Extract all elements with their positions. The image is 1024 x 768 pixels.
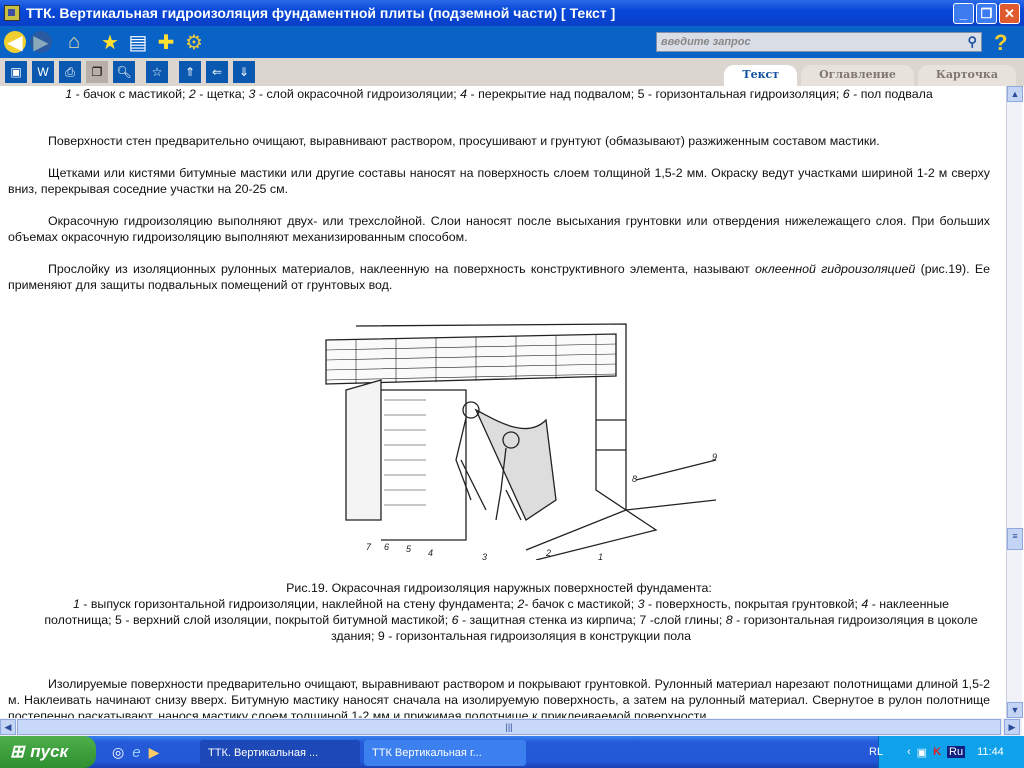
tab-text[interactable]: Текст [724, 65, 798, 86]
tab-contents[interactable]: Оглавление [801, 65, 914, 86]
t: - перекрытие над подвалом; 5 - горизонта… [467, 87, 843, 101]
figure-caption-title: Рис.19. Окрасочная гидроизоляция наружны… [286, 581, 712, 595]
task-label: ТТК Вертикальная г... [372, 747, 482, 759]
vertical-scrollbar[interactable]: ▲ ≡ ▼ [1006, 86, 1023, 718]
t: - поверхность, покрытая грунтовкой; [644, 597, 862, 611]
help-icon[interactable]: ? [994, 30, 1007, 56]
back-icon[interactable]: ◀ [4, 31, 26, 54]
search-input[interactable]: введите запрос ⚲ [656, 32, 982, 52]
window-title: ТТК. Вертикальная гидроизоляция фундамен… [26, 5, 616, 21]
scroll-thumb[interactable]: ≡ [1007, 528, 1023, 550]
favorites-star-icon[interactable]: ★ [98, 30, 122, 54]
language-indicator[interactable]: RL [869, 746, 883, 758]
clock: 11:44 [977, 746, 1004, 758]
n: 6 [451, 613, 459, 627]
media-player-icon[interactable]: ▶ [149, 744, 160, 761]
tab-card[interactable]: Карточка [917, 65, 1016, 86]
figure-label: 2 [545, 548, 551, 558]
tray-expand-icon[interactable]: ‹ [907, 746, 911, 758]
start-label: пуск [30, 742, 69, 761]
title-bar: ТТК. Вертикальная гидроизоляция фундамен… [0, 0, 1024, 26]
t: - пол подвала [849, 87, 933, 101]
figure-label: 4 [428, 548, 433, 558]
scroll-up-icon[interactable]: ▲ [1007, 86, 1023, 102]
search-icon[interactable]: ⚲ [967, 34, 977, 50]
go-back-icon[interactable]: ⇐ [206, 61, 228, 83]
figure-legend-prev: 1 - бачок с мастикой; 2 - щетка; 3 - сло… [8, 86, 990, 102]
preview-icon[interactable]: 🔍︎ [113, 61, 135, 83]
minimize-button[interactable]: _ [953, 3, 974, 24]
forward-icon[interactable]: ▶ [30, 31, 52, 54]
scroll-thumb-horizontal[interactable]: ||| [17, 719, 1001, 735]
n: 8 [725, 613, 733, 627]
close-button[interactable]: ✕ [999, 3, 1020, 24]
paragraph: Поверхности стен предварительно очищают,… [48, 134, 880, 148]
figure-label: 3 [482, 552, 487, 560]
add-bookmark-icon[interactable]: ☆ [146, 61, 168, 83]
term: оклеенной гидроизоляцией [754, 262, 916, 276]
t: - выпуск горизонтальной гидроизоляции, н… [79, 597, 518, 611]
horizontal-scrollbar[interactable]: ◀ ||| ▶ [0, 718, 1022, 736]
copy-icon[interactable]: ❐ [86, 61, 108, 83]
word-export-icon[interactable]: W [32, 61, 54, 83]
taskbar-item-ttk-word[interactable]: ТТК Вертикальная г... [364, 740, 526, 766]
keyboard-layout[interactable]: Ru [947, 746, 966, 758]
figure-label: 6 [384, 542, 389, 552]
go-top-icon[interactable]: ⇑ [179, 61, 201, 83]
document-icon[interactable]: ▤ [126, 30, 150, 54]
start-button[interactable]: ⊞ пуск [0, 736, 96, 768]
taskbar-item-ttk-viewer[interactable]: ТТК. Вертикальная ... [200, 740, 360, 766]
figure-caption: 1 - выпуск горизонтальной гидроизоляции,… [40, 596, 982, 644]
figure-label: 1 [598, 552, 603, 560]
figure-label: 8 [632, 474, 637, 484]
go-down-icon[interactable]: ⇓ [233, 61, 255, 83]
search-placeholder: введите запрос [661, 36, 751, 48]
new-document-icon[interactable]: ✚ [154, 30, 178, 54]
antivirus-icon[interactable]: K [933, 746, 941, 758]
figure-waterproofing-illustration: 7 6 5 4 3 2 1 8 9 [325, 323, 717, 560]
home-icon[interactable]: ⌂ [62, 30, 86, 54]
scroll-left-icon[interactable]: ◀ [0, 719, 16, 735]
t: Прослойку из изоляционных рулонных матер… [48, 262, 755, 276]
app-icon [4, 5, 20, 21]
windows-logo-icon: ⊞ [10, 742, 25, 761]
settings-gear-icon[interactable]: ⚙ [182, 30, 206, 54]
figure-label: 9 [712, 452, 717, 462]
system-tray: RL ‹ ▣ K Ru 11:44 [869, 736, 1024, 768]
t: - щетка; [195, 87, 249, 101]
task-label: ТТК. Вертикальная ... [208, 747, 319, 759]
document-content: 1 - бачок с мастикой; 2 - щетка; 3 - сло… [0, 86, 1006, 718]
save-icon[interactable]: ▣ [5, 61, 27, 83]
paragraph: Окрасочную гидроизоляцию выполняют двух-… [8, 214, 990, 244]
network-icon: ▣ [916, 746, 928, 759]
figure-label: 7 [366, 542, 372, 552]
print-icon[interactable]: ⎙ [59, 61, 81, 83]
paragraph: Прослойку из изоляционных рулонных матер… [8, 261, 990, 293]
maximize-button[interactable]: ❐ [976, 3, 997, 24]
t: - бачок с мастикой; [72, 87, 189, 101]
scroll-right-icon[interactable]: ▶ [1004, 719, 1020, 735]
t: - защитная стенка из кирпича; 7 -слой гл… [458, 613, 726, 627]
n: 1 [72, 597, 80, 611]
n: 2 [188, 87, 196, 101]
n: 3 [637, 597, 645, 611]
figure-label: 5 [406, 544, 412, 554]
t: - слой окрасочной гидроизоляции; [255, 87, 461, 101]
scroll-down-icon[interactable]: ▼ [1007, 702, 1023, 718]
paragraph: Изолируемые поверхности предварительно о… [8, 677, 990, 718]
ie-icon[interactable]: e [132, 744, 140, 761]
n: 6 [842, 87, 850, 101]
t: - бачок с мастикой; [524, 597, 638, 611]
search-quicklaunch-icon[interactable]: ◎ [112, 744, 124, 761]
paragraph: Щетками или кистями битумные мастики или… [8, 166, 990, 196]
